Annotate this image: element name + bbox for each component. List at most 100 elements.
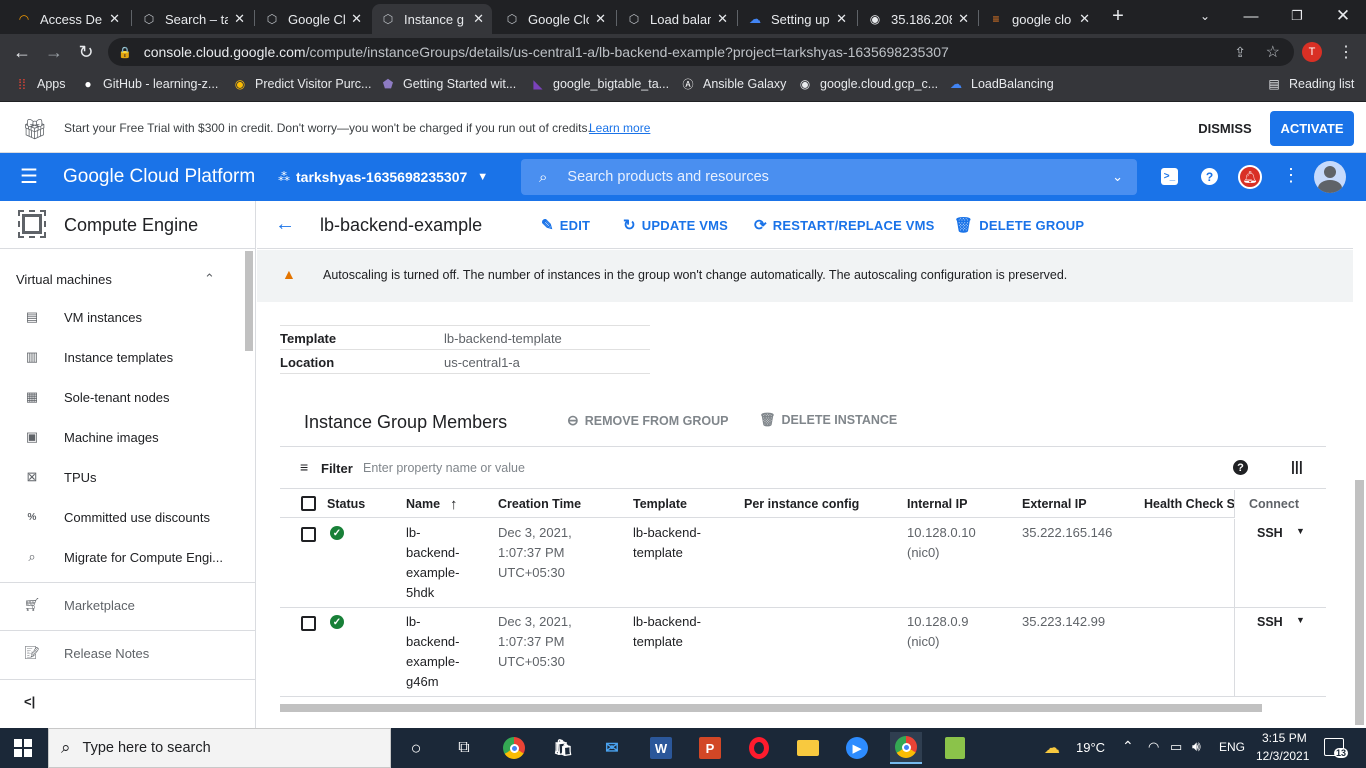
taskbar-search-box[interactable]: ⌕ Type here to search	[48, 728, 391, 768]
notepad-icon[interactable]	[939, 732, 971, 764]
new-tab-button[interactable]: +	[1100, 0, 1136, 32]
search-input[interactable]: Search products and resources	[567, 169, 769, 185]
language-indicator[interactable]: ENG	[1219, 740, 1245, 754]
close-tab-icon[interactable]: ✕	[351, 11, 362, 27]
zoom-icon[interactable]: ▶	[841, 732, 873, 764]
ssh-dropdown-icon[interactable]: ▼	[1296, 526, 1305, 536]
filter-input[interactable]: Enter property name or value	[363, 461, 525, 475]
volume-icon[interactable]: 🔊︎	[1192, 738, 1201, 755]
sidebar-item-instance-templates[interactable]: ▥ Instance templates	[0, 337, 244, 377]
bookmark-bigtable[interactable]: ◣ google_bigtable_ta...	[530, 70, 669, 98]
update-vms-button[interactable]: ↻ UPDATE VMS	[623, 201, 728, 249]
sidebar-item-marketplace[interactable]: 🛒︎ Marketplace	[0, 585, 244, 625]
restart-replace-button[interactable]: ⟳ RESTART/REPLACE VMS	[754, 201, 935, 249]
clock-time[interactable]: 3:15 PM	[1262, 731, 1307, 745]
bookmark-github[interactable]: ● GitHub - learning-z...	[80, 70, 218, 98]
ssh-dropdown-icon[interactable]: ▼	[1296, 615, 1305, 625]
clock-date[interactable]: 12/3/2021	[1256, 749, 1309, 763]
account-avatar[interactable]	[1314, 161, 1346, 193]
bookmark-getting-started[interactable]: ⬟ Getting Started wit...	[380, 70, 516, 98]
row-checkbox[interactable]	[301, 616, 316, 631]
chrome-active-icon[interactable]	[890, 732, 922, 764]
bookmark-gcp-collection[interactable]: ◉ google.cloud.gcp_c...	[797, 70, 938, 98]
browser-tab[interactable]: ◉ 35.186.208 ✕	[859, 4, 977, 34]
cortana-icon[interactable]: ○	[400, 732, 432, 764]
activate-button[interactable]: ACTIVATE	[1270, 111, 1354, 146]
column-header-health-check[interactable]: Health Check Sta	[1144, 490, 1234, 518]
bookmark-apps[interactable]: ⁞⁞ Apps	[14, 70, 65, 98]
ssh-button[interactable]: SSH	[1257, 615, 1283, 629]
column-display-icon[interactable]: |||	[1291, 458, 1303, 474]
remove-from-group-button[interactable]: ⊖ REMOVE FROM GROUP	[567, 412, 729, 429]
address-bar[interactable]: 🔒 console.cloud.google.com/compute/insta…	[108, 38, 1294, 66]
column-header-creation-time[interactable]: Creation Time	[498, 490, 581, 518]
browser-tab[interactable]: ☁ Setting up ✕	[739, 4, 855, 34]
notifications-icon[interactable]: 🔔︎	[1238, 165, 1262, 189]
column-header-template[interactable]: Template	[633, 490, 687, 518]
row-checkbox[interactable]	[301, 527, 316, 542]
battery-icon[interactable]: ▭	[1170, 739, 1182, 755]
sidebar-item-vm-instances[interactable]: ▤ VM instances	[0, 297, 244, 337]
sidebar-scrollbar[interactable]	[245, 251, 253, 351]
column-header-external-ip[interactable]: External IP	[1022, 490, 1087, 518]
close-tab-icon[interactable]: ✕	[958, 11, 969, 27]
browser-menu-icon[interactable]: ⋮	[1330, 34, 1362, 70]
close-tab-icon[interactable]: ✕	[234, 11, 245, 27]
search-bar[interactable]: ⌕ Search products and resources ⌄	[521, 159, 1137, 195]
browser-tab[interactable]: ⬡ Google Clo ✕	[496, 4, 614, 34]
ssh-button[interactable]: SSH	[1257, 526, 1283, 540]
edit-button[interactable]: ✎ EDIT	[541, 201, 590, 249]
store-icon[interactable]: 🛍︎	[547, 732, 579, 764]
instance-name[interactable]: lb-backend-example-g46m	[406, 612, 459, 692]
browser-tab[interactable]: ≡ google clo ✕	[980, 4, 1098, 34]
hamburger-menu-icon[interactable]: ☰	[20, 165, 38, 189]
column-header-per-instance-config[interactable]: Per instance config	[744, 490, 859, 518]
page-scrollbar[interactable]	[1355, 480, 1364, 725]
bookmark-loadbalancing[interactable]: ☁ LoadBalancing	[948, 70, 1054, 98]
product-name[interactable]: Google Cloud Platform	[63, 166, 255, 188]
share-icon[interactable]: ⇪	[1234, 44, 1246, 61]
dismiss-button[interactable]: DISMISS	[1190, 111, 1260, 145]
chrome-icon[interactable]	[498, 732, 530, 764]
close-tab-icon[interactable]: ✕	[473, 11, 484, 27]
bookmark-predict[interactable]: ◉ Predict Visitor Purc...	[232, 70, 372, 98]
sidebar-item-sole-tenant-nodes[interactable]: ▦ Sole-tenant nodes	[0, 377, 244, 417]
bookmark-star-icon[interactable]: ☆	[1266, 42, 1280, 62]
sidebar-item-migrate[interactable]: ⌕ Migrate for Compute Engi...	[0, 537, 244, 577]
system-tray-chevron-icon[interactable]: ⌃	[1122, 738, 1134, 755]
sidebar-item-committed-use-discounts[interactable]: % Committed use discounts	[0, 497, 244, 537]
browser-tab[interactable]: ⬡ Load balan ✕	[618, 4, 736, 34]
word-icon[interactable]: W	[645, 732, 677, 764]
sidebar-item-tpus[interactable]: ⊠ TPUs	[0, 457, 244, 497]
back-arrow-icon[interactable]: ←	[275, 213, 295, 236]
browser-tab[interactable]: ◠ Access Den ✕	[8, 4, 128, 34]
bookmark-ansible[interactable]: Ⓐ Ansible Galaxy	[680, 70, 787, 98]
close-tab-icon[interactable]: ✕	[109, 11, 120, 27]
forward-arrow-icon[interactable]: →	[38, 34, 70, 70]
collapse-sidebar-button[interactable]: <|	[24, 694, 35, 709]
windows-start-icon[interactable]	[14, 739, 32, 757]
sidebar-item-release-notes[interactable]: 📝︎ Release Notes	[0, 633, 244, 673]
taskbar-search-input[interactable]: Type here to search	[83, 740, 211, 756]
close-window-icon[interactable]: ✕	[1320, 0, 1366, 32]
delete-instance-button[interactable]: 🗑︎ DELETE INSTANCE	[759, 412, 897, 428]
weather-temp[interactable]: 19°C	[1076, 740, 1105, 755]
reload-icon[interactable]: ↻	[70, 34, 102, 70]
close-tab-icon[interactable]: ✕	[717, 11, 728, 27]
browser-tab[interactable]: ⬡ Google Clo ✕	[256, 4, 370, 34]
chevron-down-icon[interactable]: ⌄	[1112, 169, 1123, 185]
delete-group-button[interactable]: 🗑︎ DELETE GROUP	[954, 201, 1084, 249]
instance-name[interactable]: lb-backend-example- 5hdk	[406, 523, 459, 603]
column-header-status[interactable]: Status	[327, 490, 365, 518]
horizontal-scrollbar[interactable]	[280, 704, 1262, 712]
cloud-shell-icon[interactable]: >_	[1161, 168, 1178, 185]
file-explorer-icon[interactable]	[792, 732, 824, 764]
sidebar-item-machine-images[interactable]: ▣ Machine images	[0, 417, 244, 457]
powerpoint-icon[interactable]: P	[694, 732, 726, 764]
browser-tab[interactable]: ⬡ Search – ta ✕	[133, 4, 253, 34]
task-view-icon[interactable]: ⧉	[448, 732, 480, 764]
column-header-internal-ip[interactable]: Internal IP	[907, 490, 967, 518]
column-header-name[interactable]: Name ↑	[406, 490, 458, 518]
help-icon[interactable]: ?	[1233, 460, 1248, 475]
project-selector[interactable]: ⁂ tarkshyas-1635698235307 ▼	[278, 153, 488, 201]
